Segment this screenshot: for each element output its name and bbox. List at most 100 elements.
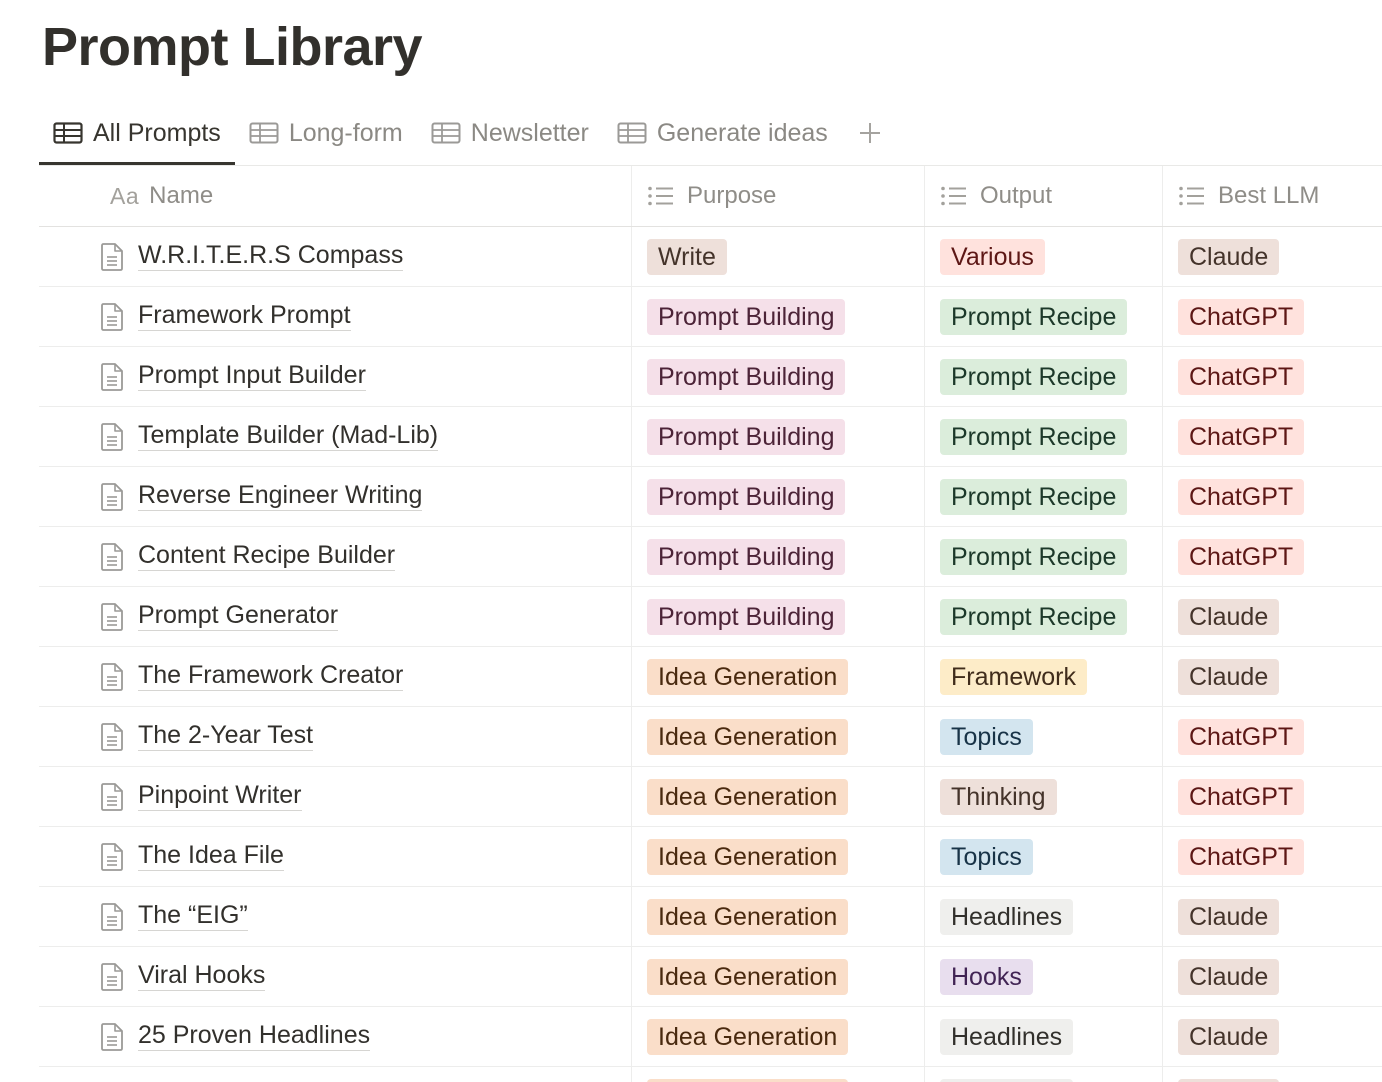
cell-name[interactable]: Prompt Input Builder [39,347,632,406]
cell-output[interactable]: Prompt Recipe [925,347,1163,406]
llm-tag: Claude [1178,1018,1280,1055]
cell-purpose[interactable]: Write [632,227,925,286]
cell-best-llm[interactable]: ChatGPT [1163,467,1382,526]
table-row[interactable]: Reverse Engineer Writing Prompt Building P… [39,467,1382,527]
cell-output[interactable]: Prompt Recipe [925,407,1163,466]
table-row[interactable]: Template Builder (Mad-Lib) Prompt Buildin… [39,407,1382,467]
cell-name[interactable]: Framework Prompt [39,287,632,346]
cell-name[interactable]: 25 Proven Headlines [39,1007,632,1066]
cell-best-llm[interactable]: ChatGPT [1163,707,1382,766]
cell-name[interactable]: The Idea File [39,827,632,886]
cell-purpose[interactable]: Idea Generation [632,647,925,706]
cell-best-llm[interactable]: ChatGPT [1163,767,1382,826]
cell-output[interactable]: Prompt Recipe [925,527,1163,586]
cell-purpose[interactable]: Prompt Building [632,407,925,466]
cell-output[interactable]: Headlines [925,1067,1163,1082]
prompt-title-link[interactable]: W.R.I.T.E.R.S Compass [138,241,404,271]
cell-output[interactable]: Prompt Recipe [925,287,1163,346]
table-row[interactable]: The Idea File Idea Generation Topics ChatGP… [39,827,1382,887]
prompt-title-link[interactable]: 25 Proven Headlines [138,1021,371,1051]
cell-name[interactable]: Irresistible Headlines [39,1067,632,1082]
cell-purpose[interactable]: Idea Generation [632,707,925,766]
cell-output[interactable]: Headlines [925,887,1163,946]
tab-generate-ideas[interactable]: Generate ideas [603,104,842,165]
cell-best-llm[interactable]: ChatGPT [1163,827,1382,886]
table-row[interactable]: W.R.I.T.E.R.S Compass Write Various Claude [39,227,1382,287]
table-row[interactable]: The “EIG” Idea Generation Headlines Claude [39,887,1382,947]
cell-output[interactable]: Various [925,227,1163,286]
cell-purpose[interactable]: Prompt Building [632,467,925,526]
prompt-title-link[interactable]: The Idea File [138,841,284,871]
cell-name[interactable]: The Framework Creator [39,647,632,706]
cell-best-llm[interactable]: ChatGPT [1163,527,1382,586]
table-row[interactable]: Viral Hooks Idea Generation Hooks Claude [39,947,1382,1007]
cell-purpose[interactable]: Idea Generation [632,947,925,1006]
cell-name[interactable]: Template Builder (Mad-Lib) [39,407,632,466]
prompt-title-link[interactable]: Prompt Input Builder [138,361,366,391]
prompt-title-link[interactable]: Prompt Generator [138,601,339,631]
cell-best-llm[interactable]: ChatGPT [1163,407,1382,466]
prompt-title-link[interactable]: Framework Prompt [138,301,351,331]
cell-best-llm[interactable]: Claude [1163,1067,1382,1082]
table-row[interactable]: Prompt Generator Prompt Building Prompt Re… [39,587,1382,647]
table-row[interactable]: 25 Proven Headlines Idea Generation Headli… [39,1007,1382,1067]
cell-name[interactable]: Viral Hooks [39,947,632,1006]
cell-best-llm[interactable]: Claude [1163,227,1382,286]
prompt-title-link[interactable]: Content Recipe Builder [138,541,396,571]
table-row[interactable]: Pinpoint Writer Idea Generation Thinking Ch… [39,767,1382,827]
prompt-title-link[interactable]: Viral Hooks [138,961,266,991]
tab-newsletter[interactable]: Newsletter [417,104,603,165]
cell-output[interactable]: Headlines [925,1007,1163,1066]
table-row[interactable]: Content Recipe Builder Prompt Building Pro… [39,527,1382,587]
cell-output[interactable]: Hooks [925,947,1163,1006]
cell-output[interactable]: Framework [925,647,1163,706]
cell-best-llm[interactable]: Claude [1163,587,1382,646]
cell-best-llm[interactable]: ChatGPT [1163,287,1382,346]
cell-purpose[interactable]: Idea Generation [632,887,925,946]
cell-best-llm[interactable]: Claude [1163,647,1382,706]
tab-all-prompts[interactable]: All Prompts [39,104,235,165]
prompt-title-link[interactable]: The 2-Year Test [138,721,314,751]
cell-purpose[interactable]: Idea Generation [632,1067,925,1082]
prompt-title-link[interactable]: The Framework Creator [138,661,404,691]
cell-name[interactable]: Pinpoint Writer [39,767,632,826]
cell-best-llm[interactable]: Claude [1163,887,1382,946]
prompt-title-link[interactable]: Pinpoint Writer [138,781,302,811]
cell-purpose[interactable]: Idea Generation [632,767,925,826]
prompt-title-link[interactable]: Reverse Engineer Writing [138,481,423,511]
cell-purpose[interactable]: Prompt Building [632,287,925,346]
cell-output[interactable]: Thinking [925,767,1163,826]
cell-best-llm[interactable]: Claude [1163,1007,1382,1066]
cell-purpose[interactable]: Idea Generation [632,827,925,886]
add-view-button[interactable] [846,104,894,162]
cell-best-llm[interactable]: ChatGPT [1163,347,1382,406]
cell-output[interactable]: Topics [925,707,1163,766]
table-row[interactable]: Irresistible Headlines Idea Generation Hea… [39,1067,1382,1082]
cell-purpose[interactable]: Prompt Building [632,347,925,406]
cell-best-llm[interactable]: Claude [1163,947,1382,1006]
column-header-best-llm[interactable]: Best LLM [1163,166,1382,226]
purpose-tag: Idea Generation [647,718,849,755]
cell-name[interactable]: Reverse Engineer Writing [39,467,632,526]
cell-name[interactable]: W.R.I.T.E.R.S Compass [39,227,632,286]
cell-purpose[interactable]: Prompt Building [632,587,925,646]
cell-name[interactable]: The “EIG” [39,887,632,946]
cell-name[interactable]: Prompt Generator [39,587,632,646]
prompt-title-link[interactable]: Template Builder (Mad-Lib) [138,421,439,451]
cell-name[interactable]: Content Recipe Builder [39,527,632,586]
cell-output[interactable]: Prompt Recipe [925,467,1163,526]
column-header-output[interactable]: Output [925,166,1163,226]
table-row[interactable]: Prompt Input Builder Prompt Building Promp… [39,347,1382,407]
cell-output[interactable]: Topics [925,827,1163,886]
tab-long-form[interactable]: Long-form [235,104,417,165]
table-row[interactable]: Framework Prompt Prompt Building Prompt Re… [39,287,1382,347]
cell-purpose[interactable]: Prompt Building [632,527,925,586]
cell-name[interactable]: The 2-Year Test [39,707,632,766]
cell-output[interactable]: Prompt Recipe [925,587,1163,646]
table-row[interactable]: The Framework Creator Idea Generation Fram… [39,647,1382,707]
prompt-title-link[interactable]: The “EIG” [138,901,248,931]
table-row[interactable]: The 2-Year Test Idea Generation Topics Chat… [39,707,1382,767]
column-header-purpose[interactable]: Purpose [632,166,925,226]
cell-purpose[interactable]: Idea Generation [632,1007,925,1066]
column-header-name[interactable]: Aa Name [39,166,632,226]
